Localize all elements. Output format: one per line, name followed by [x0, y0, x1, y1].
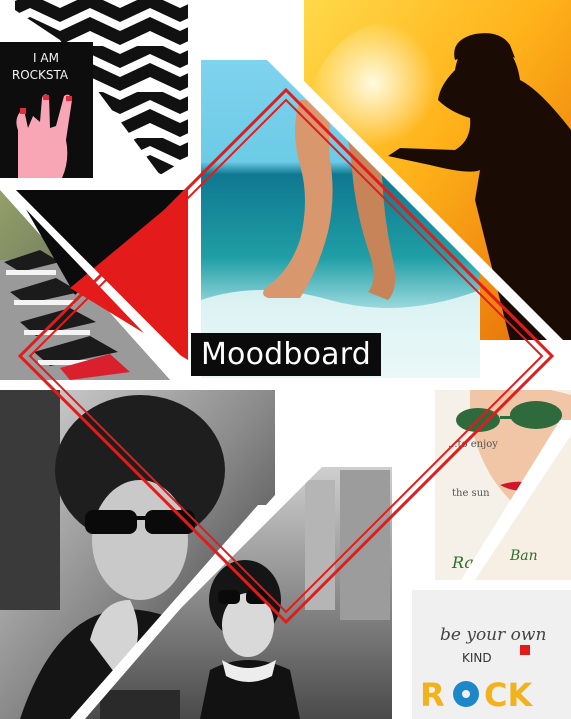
rayban-ad-tile: ...to enjoy the sun Ray-Ban Ban: [435, 390, 571, 580]
be-your-own-kind-rock-tile: be your own KIND R CK: [412, 590, 571, 719]
svg-text:KIND: KIND: [462, 651, 492, 665]
rockstar-hand-tile: I AM ROCKSTA: [0, 42, 93, 178]
svg-text:ROCKSTA: ROCKSTA: [12, 68, 69, 82]
svg-text:R: R: [420, 676, 445, 714]
svg-text:...to enjoy: ...to enjoy: [448, 439, 498, 450]
moodboard-title: Moodboard: [191, 333, 381, 376]
svg-text:I AM: I AM: [33, 51, 59, 65]
svg-text:the sun: the sun: [452, 488, 490, 499]
svg-text:be your own: be your own: [440, 625, 546, 645]
svg-text:Ban: Ban: [509, 548, 538, 564]
svg-text:CK: CK: [484, 676, 533, 714]
